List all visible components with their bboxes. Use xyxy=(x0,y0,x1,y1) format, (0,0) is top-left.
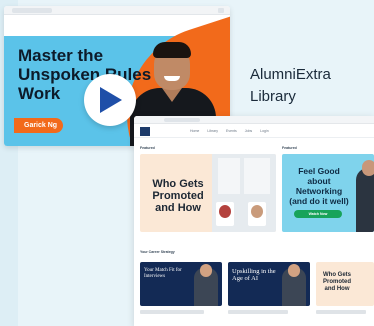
nav-link-jobs[interactable]: Jobs xyxy=(245,129,252,133)
career-strategy-label: Your Career Strategy xyxy=(140,250,175,254)
nav-link-login[interactable]: Login xyxy=(260,129,269,133)
play-button[interactable] xyxy=(84,74,136,126)
strategy-card[interactable]: Upskilling in the Age of AI xyxy=(228,262,310,306)
presenter-name-tag: Garick Ng xyxy=(14,118,64,133)
featured-label-left: Featured xyxy=(140,146,155,150)
strategy-card-title: Upskilling in the Age of AI xyxy=(232,268,276,282)
product-caption: AlumniExtra Library xyxy=(250,64,370,108)
address-bar xyxy=(12,8,52,13)
card-title: Feel Good about Networking (and do it we… xyxy=(289,166,349,206)
featured-card-networking[interactable]: Feel Good about Networking (and do it we… xyxy=(282,154,374,232)
play-icon xyxy=(100,87,122,113)
window-control xyxy=(218,8,224,13)
card-photo xyxy=(194,264,218,306)
nav-links: Home Library Events Jobs Login xyxy=(190,129,269,133)
library-nav: Home Library Events Jobs Login xyxy=(134,124,374,138)
presenter-name: Garick Ng xyxy=(24,122,58,129)
nav-link-library[interactable]: Library xyxy=(207,129,218,133)
caption-line-1: AlumniExtra xyxy=(250,66,331,83)
nav-link-home[interactable]: Home xyxy=(190,129,199,133)
card-title: Who Gets Promoted and How xyxy=(152,178,204,214)
strategy-card-title: Who Gets Promoted and How xyxy=(322,272,351,292)
nav-link-events[interactable]: Events xyxy=(226,129,237,133)
address-bar xyxy=(164,118,200,122)
library-preview-window: Home Library Events Jobs Login Featured … xyxy=(134,116,374,326)
avatar xyxy=(216,202,234,226)
avatar xyxy=(248,202,266,226)
card-meta-line xyxy=(140,310,204,314)
strategy-card-title: Your Match Fit for Interviews xyxy=(144,268,182,279)
logo xyxy=(140,127,150,136)
browser-toolbar xyxy=(4,6,230,15)
strategy-card[interactable]: Your Match Fit for Interviews xyxy=(140,262,222,306)
watch-now-button[interactable]: Watch Now xyxy=(294,210,342,218)
card-meta-line xyxy=(316,310,366,314)
card-photo xyxy=(356,160,374,232)
caption-line-2: Library xyxy=(250,88,296,105)
browser-toolbar xyxy=(134,116,374,124)
featured-label-right: Featured xyxy=(282,146,297,150)
card-meta-line xyxy=(228,310,288,314)
card-photo xyxy=(282,264,306,306)
featured-card-promoted[interactable]: Who Gets Promoted and How xyxy=(140,154,276,232)
strategy-card[interactable]: Who Gets Promoted and How xyxy=(316,262,374,306)
